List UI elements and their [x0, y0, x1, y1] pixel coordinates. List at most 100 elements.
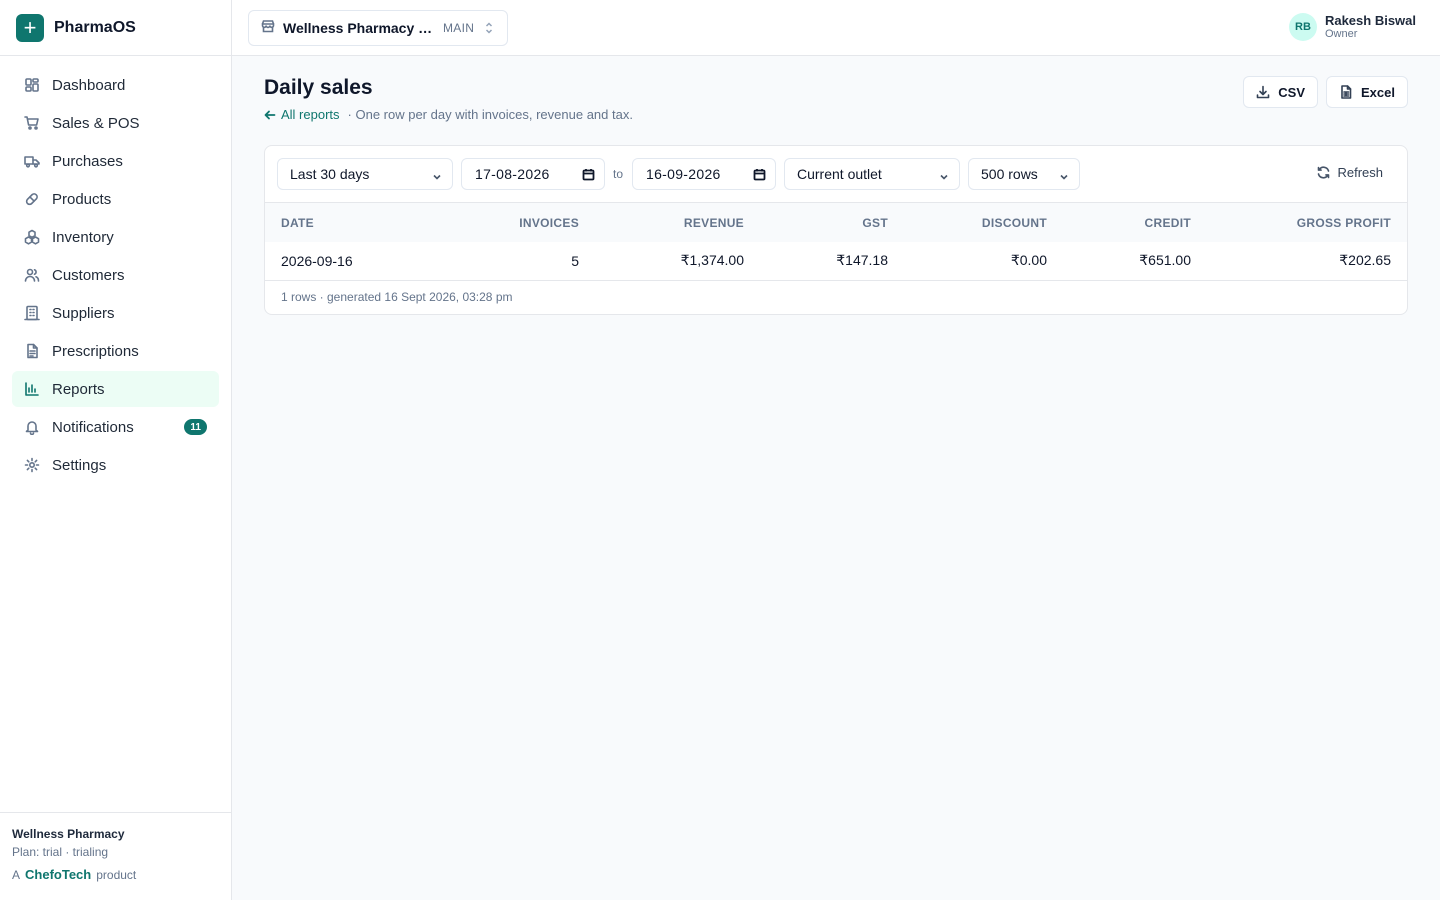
- users-icon: [24, 267, 40, 283]
- cell-revenue: ₹1,374.00: [680, 252, 744, 269]
- table-row: 2026-09-16 5 ₹1,374.00 ₹147.18 ₹0.00 ₹65…: [265, 242, 1407, 280]
- date-range-select[interactable]: Last 30 days: [277, 158, 453, 190]
- excel-label: Excel: [1361, 84, 1395, 100]
- outlet-filter-select[interactable]: Current outlet: [784, 158, 960, 190]
- to-date-value: 16-09-2026: [646, 166, 721, 182]
- column-header-gst[interactable]: GST: [744, 203, 888, 242]
- column-header-credit[interactable]: CREDIT: [1047, 203, 1191, 242]
- row-limit-select[interactable]: 500 rows: [968, 158, 1080, 190]
- bell-icon: [24, 419, 40, 435]
- export-excel-button[interactable]: Excel: [1326, 76, 1408, 108]
- calendar-icon: [753, 168, 766, 181]
- credit-brand-link[interactable]: ChefoTech: [25, 867, 91, 882]
- sidebar-item-label: Dashboard: [52, 76, 126, 94]
- cell-date: 2026-09-16: [281, 252, 353, 269]
- outlet-name: Wellness Pharmacy · Main: [283, 20, 433, 36]
- gear-icon: [24, 457, 40, 473]
- chevron-down-icon: [1059, 169, 1069, 180]
- user-info: Rakesh Biswal Owner: [1324, 12, 1416, 40]
- brand[interactable]: + PharmaOS: [0, 0, 231, 56]
- pill-icon: [24, 191, 40, 207]
- page-title: Daily sales: [264, 76, 373, 99]
- sidebar-item-products[interactable]: Products: [12, 181, 219, 217]
- from-date-value: 17-08-2026: [475, 166, 550, 182]
- column-header-discount[interactable]: DISCOUNT: [888, 203, 1047, 242]
- dashboard-icon: [24, 77, 40, 93]
- download-icon: [1256, 85, 1270, 99]
- sidebar-item-label: Suppliers: [52, 304, 115, 322]
- spreadsheet-file-icon: [1341, 85, 1352, 99]
- sidebar-item-label: Prescriptions: [52, 342, 139, 360]
- chevron-up-down-icon: [484, 21, 494, 35]
- sidebar-nav: Dashboard Sales & POS Purchases Products…: [0, 56, 231, 483]
- credit-suffix: product: [96, 868, 137, 882]
- boxes-icon: [24, 229, 40, 245]
- topbar: Wellness Pharmacy · Main MAIN RB Rakesh …: [232, 0, 1440, 56]
- sidebar-item-dashboard[interactable]: Dashboard: [12, 67, 219, 103]
- outlet-tag: MAIN: [443, 21, 475, 35]
- refresh-icon: [1318, 166, 1330, 179]
- sidebar-item-label: Reports: [52, 380, 105, 398]
- cell-gst: ₹147.18: [836, 252, 888, 269]
- from-date-input[interactable]: 17-08-2026: [461, 158, 605, 190]
- daily-sales-table: DATE INVOICES REVENUE GST DISCOUNT CREDI…: [265, 203, 1407, 281]
- outlet-switcher[interactable]: Wellness Pharmacy · Main MAIN: [248, 10, 508, 46]
- sidebar-item-label: Settings: [52, 456, 107, 474]
- credit-prefix: A: [12, 868, 21, 882]
- export-csv-button[interactable]: CSV: [1243, 76, 1319, 108]
- sidebar-item-purchases[interactable]: Purchases: [12, 143, 219, 179]
- csv-label: CSV: [1278, 84, 1306, 100]
- user-menu[interactable]: RB Rakesh Biswal Owner: [1288, 12, 1416, 41]
- cell-discount: ₹0.00: [1010, 252, 1047, 269]
- sidebar-item-sales-pos[interactable]: Sales & POS: [12, 105, 219, 141]
- chevron-down-icon: [432, 169, 442, 180]
- sidebar: + PharmaOS Dashboard Sales & POS Purchas…: [0, 0, 232, 900]
- avatar: RB: [1288, 13, 1317, 41]
- sidebar-item-label: Inventory: [52, 228, 114, 246]
- calendar-icon: [582, 168, 595, 181]
- notifications-count-badge: 11: [184, 419, 207, 435]
- report-card: Last 30 days 17-08-2026 to 16-09-2026 Cu…: [264, 145, 1408, 315]
- store-icon: [261, 19, 275, 38]
- filter-bar: Last 30 days 17-08-2026 to 16-09-2026 Cu…: [265, 146, 1407, 203]
- sidebar-item-label: Products: [52, 190, 112, 208]
- building-icon: [24, 305, 40, 321]
- org-name: Wellness Pharmacy: [12, 827, 125, 841]
- report-description: · One row per day with invoices, revenue…: [347, 107, 633, 122]
- sidebar-item-prescriptions[interactable]: Prescriptions: [12, 333, 219, 369]
- date-range-value: Last 30 days: [290, 166, 370, 182]
- plus-logo-icon: +: [16, 13, 44, 42]
- sidebar-item-inventory[interactable]: Inventory: [12, 219, 219, 255]
- plan-status: Plan: trial · trialing: [12, 845, 109, 859]
- outlet-filter-value: Current outlet: [797, 166, 882, 182]
- sidebar-item-notifications[interactable]: Notifications 11: [12, 409, 219, 445]
- sidebar-item-label: Purchases: [52, 152, 123, 170]
- cell-invoices: 5: [571, 252, 579, 269]
- table-footnote: 1 rows · generated 16 Sept 2026, 03:28 p…: [281, 289, 513, 304]
- to-date-input[interactable]: 16-09-2026: [632, 158, 776, 190]
- column-header-invoices[interactable]: INVOICES: [415, 203, 579, 242]
- date-range-separator: to: [613, 167, 624, 181]
- back-link-label: All reports: [281, 107, 340, 122]
- product-credit: A ChefoTech product: [12, 867, 219, 882]
- sidebar-item-suppliers[interactable]: Suppliers: [12, 295, 219, 331]
- export-actions: CSV Excel: [1243, 76, 1408, 108]
- truck-icon: [24, 153, 40, 169]
- column-header-gross-profit[interactable]: GROSS PROFIT: [1191, 203, 1407, 242]
- back-to-reports-link[interactable]: All reports: [264, 107, 340, 122]
- sidebar-item-settings[interactable]: Settings: [12, 447, 219, 483]
- refresh-button[interactable]: Refresh: [1317, 165, 1383, 180]
- row-limit-value: 500 rows: [981, 166, 1038, 182]
- column-header-revenue[interactable]: REVENUE: [579, 203, 744, 242]
- sidebar-item-customers[interactable]: Customers: [12, 257, 219, 293]
- sidebar-item-label: Sales & POS: [52, 114, 140, 132]
- chevron-down-icon: [939, 169, 949, 180]
- column-header-date[interactable]: DATE: [265, 203, 415, 242]
- arrow-left-icon: [264, 110, 276, 119]
- sidebar-item-reports[interactable]: Reports: [12, 371, 219, 407]
- breadcrumb: All reports · One row per day with invoi…: [264, 107, 633, 122]
- cell-credit: ₹651.00: [1139, 252, 1191, 269]
- cart-icon: [24, 115, 40, 131]
- bar-chart-icon: [24, 381, 40, 397]
- user-name: Rakesh Biswal: [1324, 12, 1416, 28]
